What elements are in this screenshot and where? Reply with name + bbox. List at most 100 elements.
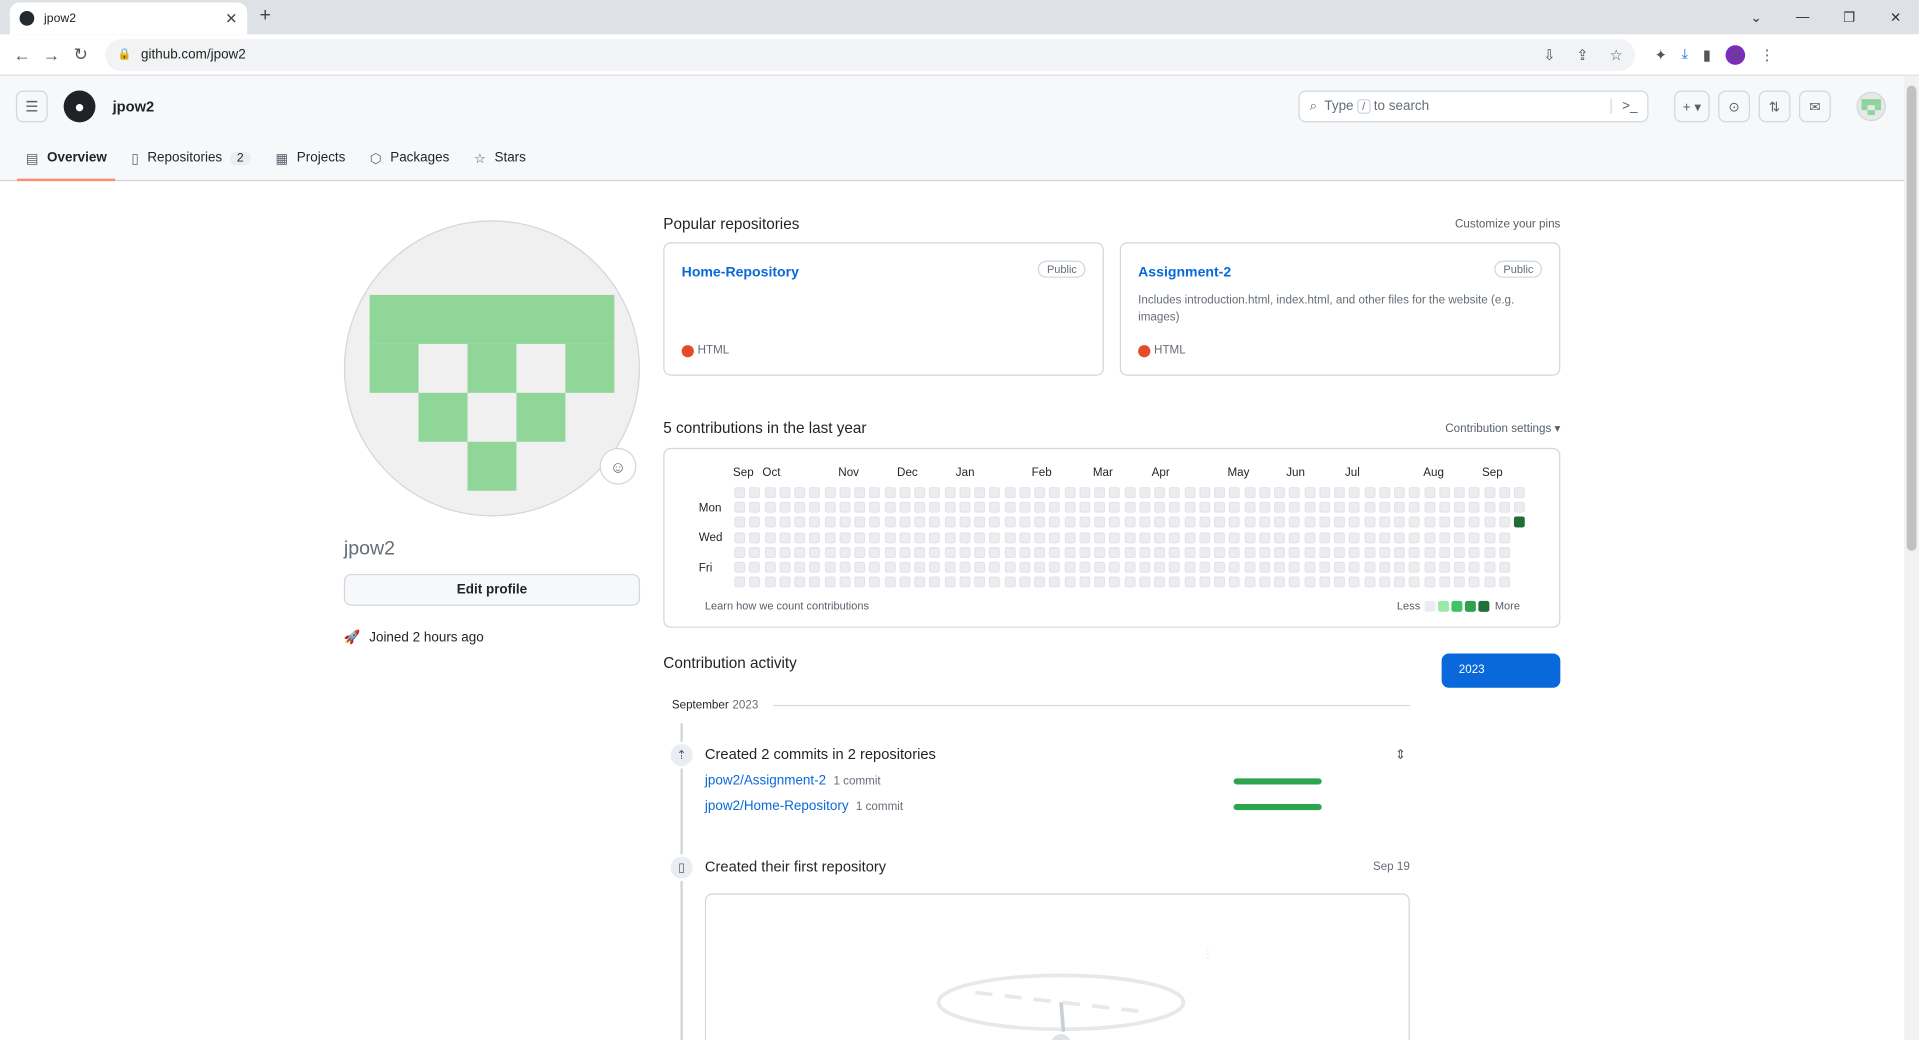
contribution-day[interactable]: [1378, 546, 1390, 558]
contribution-day[interactable]: [1049, 531, 1061, 543]
contribution-day[interactable]: [989, 501, 1001, 514]
contribution-day[interactable]: [974, 487, 986, 499]
contribution-day[interactable]: [1348, 487, 1360, 499]
contribution-day[interactable]: [1094, 501, 1106, 514]
contribution-day[interactable]: [1438, 576, 1450, 588]
extensions-icon[interactable]: ✦: [1655, 46, 1667, 63]
contribution-day[interactable]: [1229, 576, 1241, 588]
contribution-day[interactable]: [1214, 546, 1226, 558]
contribution-day[interactable]: [1363, 576, 1375, 588]
contribution-day[interactable]: [884, 487, 896, 499]
contribution-day[interactable]: [1363, 487, 1375, 499]
contribution-day[interactable]: [974, 516, 986, 528]
contribution-day[interactable]: [1169, 516, 1181, 528]
contribution-day[interactable]: [989, 546, 1001, 558]
contribution-day[interactable]: [1214, 561, 1226, 573]
downloads-icon[interactable]: ⤓: [1682, 45, 1689, 63]
contribution-day[interactable]: [1109, 561, 1121, 573]
contribution-day[interactable]: [779, 546, 791, 558]
contribution-day[interactable]: [854, 516, 866, 528]
contribution-day[interactable]: [749, 546, 761, 558]
contribution-day[interactable]: [1303, 516, 1315, 528]
contribution-day[interactable]: [1273, 546, 1285, 558]
contribution-day[interactable]: [974, 546, 986, 558]
commit-count-link[interactable]: 1 commit: [856, 800, 903, 813]
contribution-day[interactable]: [1229, 487, 1241, 499]
contribution-day[interactable]: [1498, 576, 1510, 588]
contribution-day[interactable]: [1423, 487, 1435, 499]
contribution-day[interactable]: [1303, 487, 1315, 499]
contribution-day[interactable]: [824, 531, 836, 543]
contribution-day[interactable]: [959, 531, 971, 543]
contribution-day[interactable]: [1064, 576, 1076, 588]
contribution-day[interactable]: [1378, 576, 1390, 588]
side-panel-icon[interactable]: ▮: [1703, 46, 1711, 63]
inbox-icon[interactable]: ✉: [1799, 90, 1831, 123]
contribution-day[interactable]: [1169, 487, 1181, 499]
contribution-day[interactable]: [1019, 501, 1031, 514]
contribution-day[interactable]: [884, 516, 896, 528]
contribution-day[interactable]: [1243, 546, 1256, 558]
contribution-day[interactable]: [779, 576, 791, 588]
contribution-day[interactable]: [1109, 576, 1121, 588]
contribution-day[interactable]: [1004, 516, 1016, 528]
contribution-day[interactable]: [794, 561, 806, 573]
contribution-day[interactable]: [1408, 487, 1420, 499]
contribution-day[interactable]: [1378, 516, 1390, 528]
contribution-day[interactable]: [914, 501, 926, 514]
contribution-day[interactable]: [1109, 546, 1121, 558]
contribution-day[interactable]: [1408, 501, 1420, 514]
contribution-day[interactable]: [809, 501, 821, 514]
contribution-day[interactable]: [1513, 487, 1525, 499]
contribution-day[interactable]: [1004, 487, 1016, 499]
bookmark-star-icon[interactable]: ☆: [1610, 46, 1623, 63]
contribution-day[interactable]: [1124, 516, 1136, 528]
contribution-day[interactable]: [824, 487, 836, 499]
contribution-day[interactable]: [1124, 561, 1136, 573]
contribution-day[interactable]: [1378, 561, 1390, 573]
contribution-day[interactable]: [1348, 531, 1360, 543]
contribution-day[interactable]: [749, 487, 761, 499]
contribution-day[interactable]: [839, 576, 851, 588]
contribution-day[interactable]: [914, 576, 926, 588]
contribution-day[interactable]: [1169, 531, 1181, 543]
contribution-day[interactable]: [1214, 516, 1226, 528]
contribution-day[interactable]: [1034, 516, 1046, 528]
contribution-day[interactable]: [944, 576, 956, 588]
contribution-day[interactable]: [884, 576, 896, 588]
contribution-day[interactable]: [1453, 531, 1465, 543]
contribution-day[interactable]: [839, 487, 851, 499]
contribution-day[interactable]: [1333, 546, 1345, 558]
contribution-day[interactable]: [1498, 546, 1510, 558]
contribution-day[interactable]: [1079, 487, 1091, 499]
contribution-day[interactable]: [1483, 561, 1495, 573]
contribution-day[interactable]: [1333, 561, 1345, 573]
contribution-day[interactable]: [1124, 487, 1136, 499]
contribution-day[interactable]: [1034, 561, 1046, 573]
tab-stars[interactable]: ☆ Stars: [465, 136, 534, 180]
contribution-day[interactable]: [1438, 516, 1450, 528]
contribution-day[interactable]: [1453, 487, 1465, 499]
contribution-day[interactable]: [1019, 531, 1031, 543]
contribution-day[interactable]: [1258, 546, 1270, 558]
contribution-day[interactable]: [869, 516, 881, 528]
contribution-day[interactable]: [1468, 501, 1480, 514]
contribution-day[interactable]: [914, 487, 926, 499]
contribution-day[interactable]: [1109, 501, 1121, 514]
contribution-day[interactable]: [794, 516, 806, 528]
contribution-day[interactable]: [1154, 531, 1166, 543]
browser-menu-icon[interactable]: ⋮: [1760, 46, 1775, 63]
contribution-day[interactable]: [809, 561, 821, 573]
contribution-day[interactable]: [1064, 561, 1076, 573]
contribution-day[interactable]: [959, 487, 971, 499]
contribution-day[interactable]: [1184, 546, 1196, 558]
contribution-day[interactable]: [1393, 546, 1405, 558]
contribution-day[interactable]: [764, 576, 776, 588]
customize-pins-link[interactable]: Customize your pins: [1455, 217, 1560, 230]
contribution-day[interactable]: [1483, 501, 1495, 514]
contribution-day[interactable]: [1393, 487, 1405, 499]
contribution-day[interactable]: [1348, 561, 1360, 573]
contribution-day[interactable]: [989, 561, 1001, 573]
contribution-day[interactable]: [1303, 561, 1315, 573]
contribution-day[interactable]: [749, 576, 761, 588]
